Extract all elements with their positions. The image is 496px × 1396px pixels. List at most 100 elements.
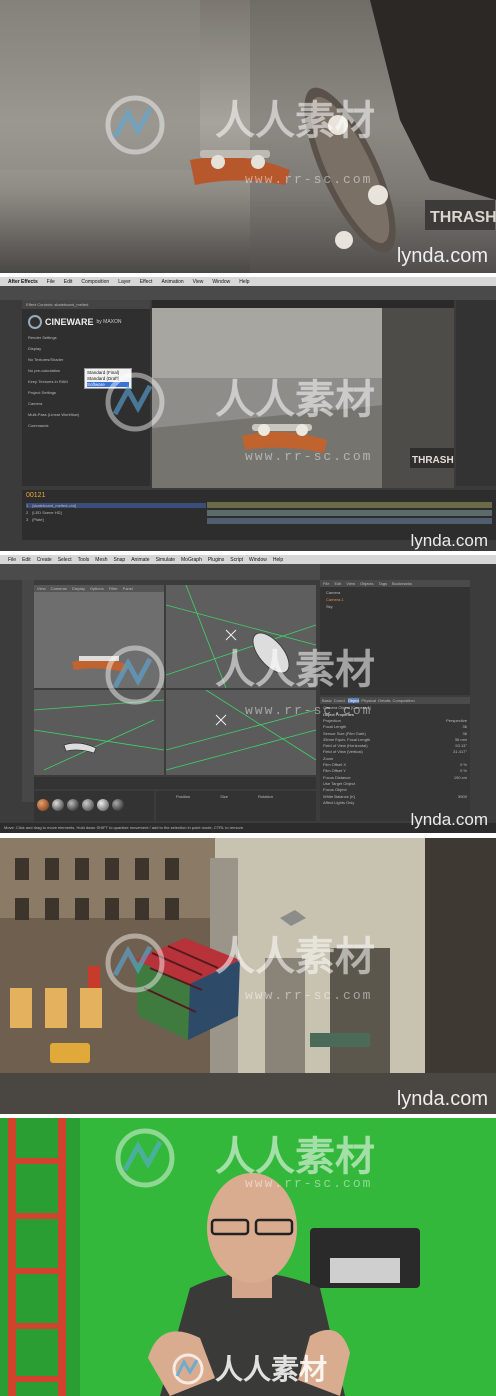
object-camera[interactable]: Camera: [326, 590, 464, 595]
om-view[interactable]: View: [346, 581, 355, 586]
c4d-menu-snap[interactable]: Snap: [114, 557, 126, 563]
material-swatch[interactable]: [52, 799, 64, 811]
om-file[interactable]: File: [323, 581, 329, 586]
layer-bar-2[interactable]: [207, 510, 492, 516]
ae-menu-effect[interactable]: Effect: [140, 279, 153, 285]
layer-row-3[interactable]: 3 [Plate]: [26, 517, 206, 522]
lynda-logo: lynda.com: [396, 245, 488, 267]
c4d-menu-plugins[interactable]: Plugins: [208, 557, 224, 563]
c4d-left-toolbar: [22, 580, 34, 802]
property-list: Projection Perspective Focal Length 36 Senso…: [320, 718, 470, 806]
vp-menu-view[interactable]: View: [37, 586, 46, 591]
cineware-logo-icon: [28, 315, 42, 329]
layer-name: [LED Scene HD]: [32, 510, 62, 515]
cinema4d-window: File Edit Create Select Tools Mesh Snap …: [0, 555, 496, 833]
c4d-menu-select[interactable]: Select: [58, 557, 72, 563]
effect-controls-title: Effect Controls: skateboard_melted: [22, 300, 150, 309]
watermark-logo-icon: [105, 95, 165, 155]
vp-menu-panel[interactable]: Panel: [123, 586, 133, 591]
c4d-menu-mesh[interactable]: Mesh: [95, 557, 107, 563]
ae-menu-app[interactable]: After Effects: [8, 279, 38, 285]
watermark-url: www.rr-sc.com: [245, 449, 373, 464]
property-row[interactable]: Affect Lights Only: [323, 800, 467, 806]
c4d-menu-animate[interactable]: Animate: [131, 557, 149, 563]
ae-menubar: After Effects File Edit Composition Laye…: [0, 277, 496, 286]
om-objects[interactable]: Objects: [360, 581, 374, 586]
coordinate-manager: Position Size Rotation: [156, 791, 316, 821]
vp-menu-filter[interactable]: Filter: [109, 586, 118, 591]
c4d-menu-tools[interactable]: Tools: [78, 557, 90, 563]
setting-display[interactable]: Display: [28, 346, 144, 351]
cineware-by: by MAXON: [96, 319, 122, 325]
skateboard-video-frame: THRASH 人人素材 www.rr-sc.com lynda.com: [0, 0, 496, 273]
watermark-logo-icon: [105, 933, 165, 993]
tab-details[interactable]: Details: [378, 698, 390, 703]
material-swatch[interactable]: [82, 799, 94, 811]
material-swatch[interactable]: [112, 799, 124, 811]
c4d-menu-create[interactable]: Create: [37, 557, 52, 563]
ae-menu-edit[interactable]: Edit: [64, 279, 73, 285]
property-label: Affect Lights Only: [323, 799, 355, 805]
watermark-url: www.rr-sc.com: [245, 988, 373, 1003]
watermark-cn: 人人素材: [215, 647, 375, 693]
layer-num: 2: [26, 510, 29, 515]
setting-no-textures[interactable]: No Textures/Shader: [28, 357, 144, 362]
material-swatch[interactable]: [97, 799, 109, 811]
c4d-menu-help[interactable]: Help: [273, 557, 283, 563]
tab-composition[interactable]: Composition: [393, 698, 415, 703]
c4d-menu-script[interactable]: Script: [230, 557, 243, 563]
layer-row-1[interactable]: 1 [skateboard_melted.c4d]: [26, 503, 206, 508]
material-manager: [34, 791, 154, 821]
vp-menu-cameras[interactable]: Cameras: [51, 586, 67, 591]
watermark-logo-icon: [105, 645, 165, 705]
presenter-frame: 人人素材 www.rr-sc.com 人人素材: [0, 1118, 496, 1396]
watermark-cn: 人人素材: [215, 1134, 375, 1180]
lynda-logo: lynda.com: [410, 531, 488, 550]
watermark-logo-icon: [105, 372, 165, 432]
setting-render[interactable]: Render Settings: [28, 335, 144, 340]
ae-right-panel: [456, 300, 496, 486]
ae-menu-help[interactable]: Help: [239, 279, 249, 285]
material-swatch[interactable]: [37, 799, 49, 811]
layer-bar-3[interactable]: [207, 518, 492, 524]
watermark-cn: 人人素材: [215, 934, 375, 980]
om-bookmarks[interactable]: Bookmarks: [392, 581, 412, 586]
layer-num: 3: [26, 517, 29, 522]
c4d-menubar: File Edit Create Select Tools Mesh Snap …: [0, 555, 496, 564]
layer-row-2[interactable]: 2 [LED Scene HD]: [26, 510, 206, 515]
coord-rotation: Rotation: [258, 794, 273, 799]
ae-menu-layer[interactable]: Layer: [118, 279, 131, 285]
ae-menu-view[interactable]: View: [193, 279, 204, 285]
layer-name: [Plate]: [32, 517, 44, 522]
cineware-header: CINEWARE by MAXON: [22, 309, 150, 335]
object-camera-1[interactable]: Camera.1: [326, 597, 464, 602]
bottom-watermark-cn: 人人素材: [215, 1353, 328, 1386]
c4d-menu-window[interactable]: Window: [249, 557, 267, 563]
bottom-watermark-logo-icon: [172, 1353, 204, 1385]
c4d-timeline[interactable]: [34, 777, 316, 789]
lynda-logo: lynda.com: [396, 1088, 488, 1110]
c4d-menu-simulate[interactable]: Simulate: [156, 557, 175, 563]
ae-menu-composition[interactable]: Composition: [81, 279, 109, 285]
layer-num: 1: [26, 503, 29, 508]
watermark-url: www.rr-sc.com: [245, 1176, 373, 1191]
c4d-menu-file[interactable]: File: [8, 557, 16, 563]
comp-sign-text: THRASH: [412, 455, 454, 466]
ae-menu-animation[interactable]: Animation: [161, 279, 183, 285]
viewport-menu: View Cameras Display Options Filter Pane…: [34, 585, 164, 592]
timecode[interactable]: 00121: [22, 490, 496, 501]
coord-size: Size: [220, 794, 229, 799]
thrasher-sign: THRASH: [430, 209, 496, 226]
object-sky[interactable]: Sky: [326, 604, 464, 609]
ae-menu-file[interactable]: File: [47, 279, 55, 285]
vp-menu-options[interactable]: Options: [90, 586, 104, 591]
c4d-menu-mograph[interactable]: MoGraph: [181, 557, 202, 563]
layer-bar-1[interactable]: [207, 502, 492, 508]
om-tags[interactable]: Tags: [379, 581, 387, 586]
c4d-menu-edit[interactable]: Edit: [22, 557, 31, 563]
ae-menu-window[interactable]: Window: [212, 279, 230, 285]
material-swatch[interactable]: [67, 799, 79, 811]
vp-menu-display[interactable]: Display: [72, 586, 85, 591]
om-edit[interactable]: Edit: [334, 581, 341, 586]
layer-name: [skateboard_melted.c4d]: [32, 503, 77, 508]
